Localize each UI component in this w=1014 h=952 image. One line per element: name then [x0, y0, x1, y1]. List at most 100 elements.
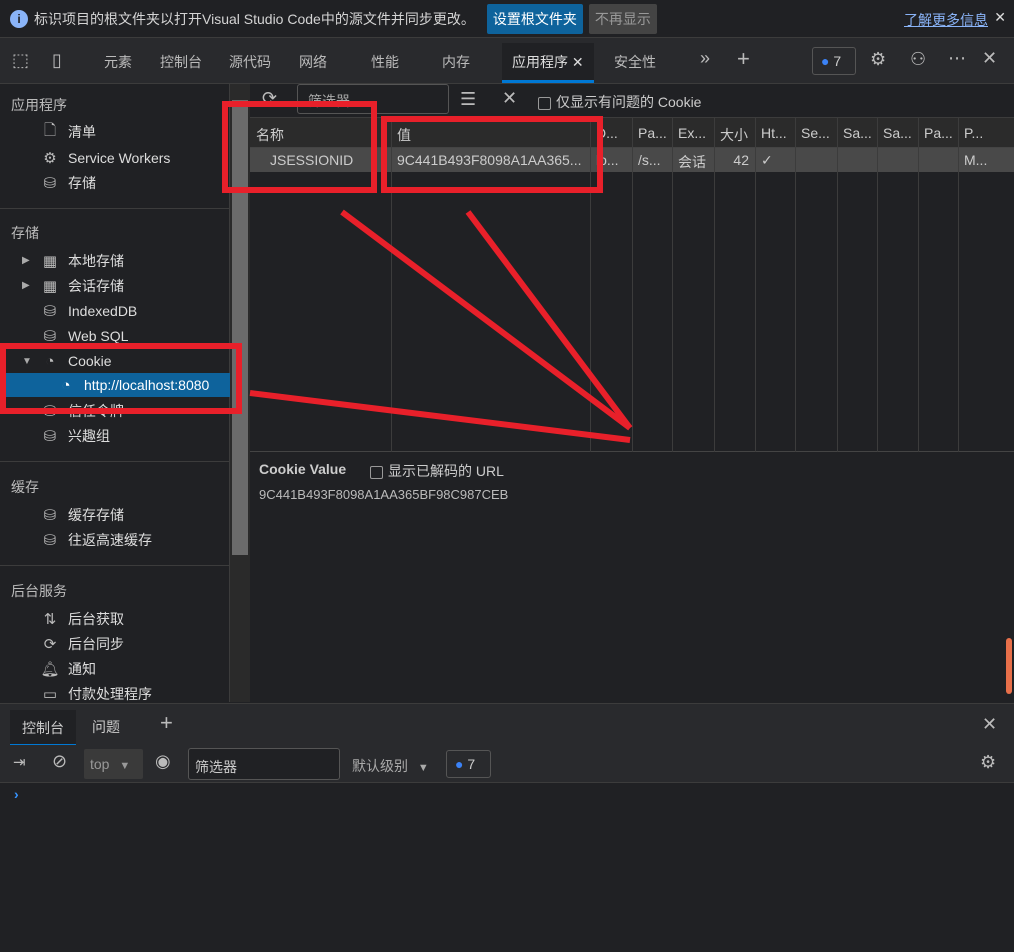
sidebar-item-interest-groups[interactable]: ⛁ 兴趣组: [40, 425, 110, 447]
sidebar-item-payment-handler[interactable]: ▭ 付款处理程序: [40, 683, 152, 705]
column-header[interactable]: 大小: [714, 125, 755, 145]
column-divider: [837, 118, 838, 452]
expand-icon[interactable]: ▶: [22, 280, 30, 291]
checkbox[interactable]: [370, 465, 383, 479]
refresh-icon[interactable]: ⟳: [262, 88, 277, 109]
clear-console-icon[interactable]: ⊘: [52, 751, 67, 772]
log-level-value: 默认级别: [352, 758, 408, 774]
column-divider: [958, 118, 959, 452]
sidebar-item-storage[interactable]: ⛁ 存储: [40, 172, 96, 194]
more-options-icon[interactable]: ⋯: [948, 48, 966, 69]
database-icon: ⛁: [43, 403, 57, 420]
close-drawer-icon[interactable]: ✕: [982, 714, 997, 735]
inspect-icon[interactable]: ⬚: [12, 50, 29, 71]
cookie-value-pane: Cookie Value 显示已解码的 URL 9C441B493F8098A1…: [250, 452, 1014, 702]
drawer-tab-issues[interactable]: 问题: [92, 717, 120, 737]
more-tabs-icon[interactable]: »: [700, 48, 710, 69]
customize-icon[interactable]: ⚇: [910, 49, 926, 70]
table-cell: M...: [964, 152, 988, 168]
column-header[interactable]: 名称: [250, 125, 391, 145]
column-header[interactable]: P...: [958, 125, 1014, 141]
clear-all-icon[interactable]: ✕: [502, 88, 517, 109]
up-down-arrows-icon: ⇅: [43, 611, 57, 628]
add-tab-icon[interactable]: +: [160, 710, 173, 736]
gear-icon[interactable]: ⚙: [870, 49, 886, 70]
sidebar-item-label: 存储: [68, 175, 96, 191]
issues-badge[interactable]: ● 7: [812, 47, 856, 75]
sidebar-item-bfcache[interactable]: ⛁ 往返高速缓存: [40, 529, 152, 551]
tab-security[interactable]: 安全性: [614, 52, 656, 72]
tab-label: 应用程序: [512, 54, 568, 70]
close-tab-icon[interactable]: ✕: [572, 54, 584, 70]
sidebar-item-indexeddb[interactable]: ⛁ IndexedDB: [40, 300, 138, 322]
checkbox[interactable]: [538, 96, 551, 110]
column-header[interactable]: Ht...: [755, 125, 795, 141]
eye-icon[interactable]: ◉: [155, 751, 171, 772]
tab-application[interactable]: 应用程序 ✕: [502, 43, 594, 83]
sidebar-item-service-workers[interactable]: ⚙ Service Workers: [40, 147, 170, 169]
sidebar-item-trust-tokens[interactable]: ⛁ 信任令牌: [40, 400, 124, 422]
close-devtools-icon[interactable]: ✕: [982, 48, 997, 69]
application-sidebar: 应用程序 🗋 清单 ⚙ Service Workers ⛁ 存储 存储 ▶ ▦ 本地存储…: [0, 84, 230, 705]
clear-filtered-icon[interactable]: ☰: [460, 89, 476, 110]
sync-icon: ⟳: [43, 636, 57, 653]
sidebar-item-localhost[interactable]: ◔ http://localhost:8080: [56, 374, 209, 396]
gear-icon[interactable]: ⚙: [980, 752, 996, 773]
column-header[interactable]: 值: [391, 125, 590, 145]
tab-memory[interactable]: 内存: [442, 52, 470, 72]
column-header[interactable]: Pa...: [918, 125, 958, 141]
column-header[interactable]: Ex...: [672, 125, 714, 141]
column-header[interactable]: Pa...: [632, 125, 672, 141]
sidebar-item-label: 通知: [68, 661, 96, 677]
context-value: top: [90, 756, 110, 772]
column-header[interactable]: Sa...: [837, 125, 877, 141]
dont-show-again-button[interactable]: 不再显示: [588, 3, 657, 34]
tab-console[interactable]: 控制台: [160, 52, 202, 72]
file-icon: 🗋: [43, 121, 57, 139]
column-header[interactable]: Se...: [795, 125, 837, 141]
console-filter-input[interactable]: 筛选器: [188, 748, 340, 780]
divider: [0, 461, 230, 462]
sidebar-item-label: 缓存存储: [68, 507, 124, 523]
database-icon: ⛁: [43, 303, 57, 320]
console-issues-badge[interactable]: ● 7: [446, 750, 491, 778]
collapse-icon[interactable]: ▼: [22, 356, 32, 367]
sidebar-item-notifications[interactable]: 🔔︎ 通知: [40, 658, 96, 680]
device-toolbar-icon[interactable]: ▯: [52, 50, 62, 71]
tab-network[interactable]: 网络: [299, 52, 327, 72]
column-header[interactable]: D...: [590, 125, 632, 141]
sidebar-toggle-icon[interactable]: ⇥: [13, 753, 26, 771]
tab-sources[interactable]: 源代码: [229, 52, 271, 72]
sidebar-item-label: Cookie: [68, 353, 112, 369]
expand-icon[interactable]: ▶: [22, 255, 30, 266]
tab-elements[interactable]: 元素: [104, 52, 132, 72]
learn-more-link[interactable]: 了解更多信息: [904, 10, 988, 30]
close-icon[interactable]: ✕: [994, 9, 1006, 26]
sidebar-item-background-sync[interactable]: ⟳ 后台同步: [40, 633, 124, 655]
sidebar-item-manifest[interactable]: 🗋 清单: [40, 121, 96, 143]
show-decoded-checkbox[interactable]: 显示已解码的 URL: [370, 461, 504, 481]
drawer-tab-console[interactable]: 控制台: [10, 710, 76, 746]
sidebar-item-web-sql[interactable]: ⛁ Web SQL: [40, 325, 129, 347]
sidebar-item-label: 信任令牌: [68, 403, 124, 419]
grid-icon: ▦: [42, 278, 58, 295]
only-issues-checkbox[interactable]: 仅显示有问题的 Cookie: [538, 92, 701, 112]
column-header[interactable]: Sa...: [877, 125, 918, 141]
console-prompt-icon[interactable]: ›: [14, 786, 19, 802]
pane-scrollbar[interactable]: [1006, 638, 1012, 694]
sidebar-item-cache-storage[interactable]: ⛁ 缓存存储: [40, 504, 124, 526]
sidebar-item-local-storage[interactable]: ▦ 本地存储: [40, 250, 124, 272]
cookie-filter-input[interactable]: 筛选器: [297, 84, 449, 114]
sidebar-item-session-storage[interactable]: ▦ 会话存储: [40, 275, 124, 297]
sidebar-item-cookie[interactable]: ◔ Cookie: [40, 350, 112, 372]
set-root-folder-button[interactable]: 设置根文件夹: [486, 3, 583, 34]
log-level-select[interactable]: 默认级别 ▼: [352, 756, 429, 776]
grid-icon: ▦: [42, 253, 58, 270]
add-tab-icon[interactable]: +: [737, 46, 750, 72]
tab-performance[interactable]: 性能: [371, 52, 399, 72]
sidebar-item-background-fetch[interactable]: ⇅ 后台获取: [40, 608, 124, 630]
info-icon: i: [10, 9, 28, 28]
context-select[interactable]: top ▼: [84, 749, 143, 779]
column-divider: [632, 118, 633, 452]
scrollbar-thumb[interactable]: [232, 100, 248, 555]
